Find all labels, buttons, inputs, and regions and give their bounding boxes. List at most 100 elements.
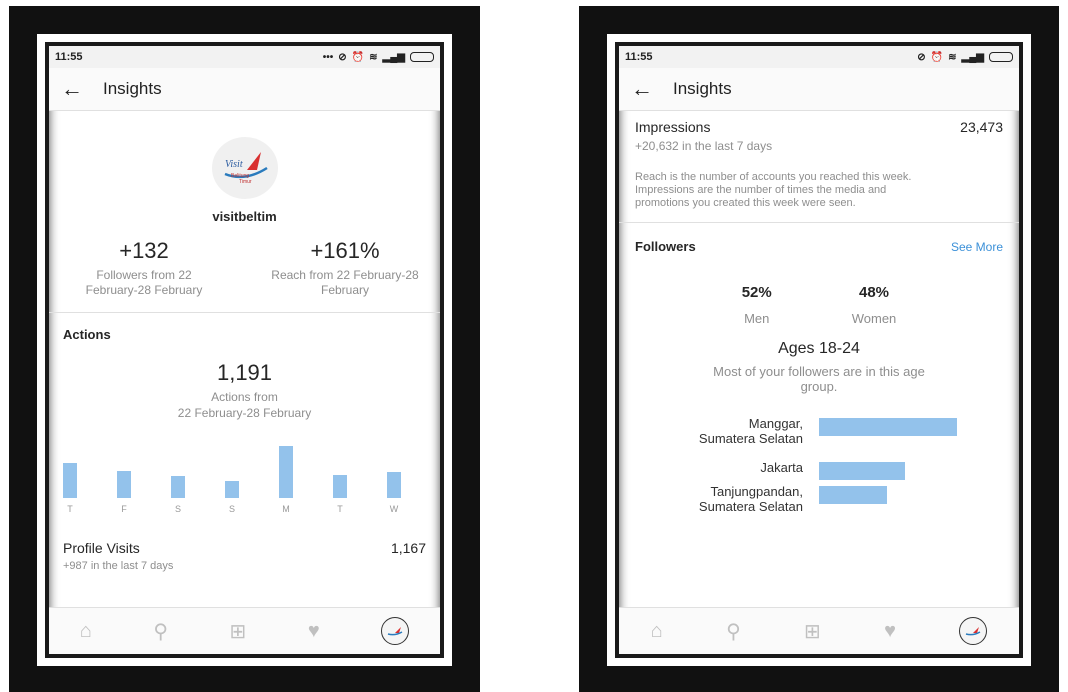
age-caption-line1: Most of your followers are in this age bbox=[713, 364, 925, 379]
battery-icon bbox=[410, 52, 434, 62]
impressions-row[interactable]: Impressions 23,473 bbox=[619, 119, 1019, 135]
battery-icon bbox=[989, 52, 1013, 62]
actions-bar-chart bbox=[49, 442, 440, 498]
more-dots-icon: ••• bbox=[322, 51, 334, 63]
followers-heading: Followers bbox=[635, 239, 696, 254]
action-bar bbox=[225, 481, 239, 498]
action-bar bbox=[387, 472, 401, 498]
reach-note: Reach is the number of accounts you reac… bbox=[619, 171, 1019, 210]
day-label: M bbox=[282, 504, 290, 514]
alarm-icon: ⏰ bbox=[930, 51, 944, 63]
bottom-nav: ⌂ ⚲ ⊞ ♥ bbox=[619, 607, 1019, 654]
profile-visits-sub: +987 in the last 7 days bbox=[63, 560, 174, 572]
back-arrow-icon[interactable]: ← bbox=[619, 76, 665, 102]
location-name: Tanjungpandan, bbox=[710, 484, 803, 499]
status-bar: 11:55 ⊘ ⏰ ≋ ▂▄▆ bbox=[619, 46, 1019, 68]
reach-stat[interactable]: +161% Reach from 22 February-28 February bbox=[270, 238, 420, 298]
age-group: Ages 18-24 bbox=[778, 340, 860, 357]
heart-icon[interactable]: ♥ bbox=[308, 620, 320, 643]
add-icon[interactable]: ⊞ bbox=[230, 619, 247, 644]
day-label: S bbox=[228, 504, 235, 514]
back-arrow-icon[interactable]: ← bbox=[49, 76, 95, 102]
followers-value: +132 bbox=[119, 238, 169, 263]
followers-stat[interactable]: +132 Followers from 22 February-28 Febru… bbox=[69, 238, 219, 298]
day-label: F bbox=[121, 504, 127, 514]
location-bar bbox=[819, 486, 887, 504]
left-phone: 11:55 ••• ⊘ ⏰ ≋ ▂▄▆ ← Insights Visit Bel… bbox=[45, 42, 444, 658]
followers-caption: Followers from 22 February-28 February bbox=[85, 268, 203, 297]
page-title: Insights bbox=[103, 79, 162, 98]
search-icon[interactable]: ⚲ bbox=[153, 619, 168, 644]
day-label: S bbox=[174, 504, 181, 514]
status-bar: 11:55 ••• ⊘ ⏰ ≋ ▂▄▆ bbox=[49, 46, 440, 68]
left-photo-frame: 11:55 ••• ⊘ ⏰ ≋ ▂▄▆ ← Insights Visit Bel… bbox=[9, 6, 480, 692]
avatar-logo-icon bbox=[387, 627, 403, 636]
impressions-sub: +20,632 in the last 7 days bbox=[635, 139, 773, 153]
divider bbox=[619, 222, 1019, 223]
action-bar bbox=[117, 471, 131, 498]
username: visitbeltim bbox=[212, 209, 277, 224]
action-bar bbox=[333, 475, 347, 498]
men-stat: 52% Men bbox=[742, 284, 772, 326]
profile-avatar[interactable] bbox=[381, 617, 410, 645]
action-bar bbox=[63, 463, 77, 498]
summary-stats: +132 Followers from 22 February-28 Febru… bbox=[49, 238, 440, 298]
day-label: W bbox=[389, 504, 399, 514]
women-stat: 48% Women bbox=[852, 284, 897, 326]
action-bar bbox=[279, 446, 293, 498]
profile-logo: Visit Belitung Timur bbox=[211, 137, 278, 199]
search-icon[interactable]: ⚲ bbox=[726, 619, 741, 644]
actions-caption-line1: Actions from bbox=[211, 390, 278, 404]
page-title: Insights bbox=[673, 79, 732, 98]
alarm-icon: ⏰ bbox=[351, 51, 365, 63]
status-time: 11:55 bbox=[55, 51, 83, 63]
gender-split: 52% Men 48% Women bbox=[619, 284, 1019, 326]
men-label: Men bbox=[744, 311, 770, 326]
profile-avatar[interactable] bbox=[959, 617, 988, 645]
avatar-logo-icon bbox=[966, 627, 981, 636]
location-name: Jakarta bbox=[760, 460, 803, 475]
visit-beltim-logo-icon: Visit Belitung Timur bbox=[224, 152, 268, 185]
status-icons: ⊘ ⏰ ≋ ▂▄▆ bbox=[917, 52, 1013, 63]
right-frame-mat: 11:55 ⊘ ⏰ ≋ ▂▄▆ ← Insights Impressions 2 bbox=[607, 34, 1031, 666]
location-region: Sumatera Selatan bbox=[698, 499, 803, 514]
note-line3: promotions you created this week were se… bbox=[635, 197, 856, 209]
left-frame-mat: 11:55 ••• ⊘ ⏰ ≋ ▂▄▆ ← Insights Visit Bel… bbox=[37, 34, 452, 666]
impressions-value: 23,473 bbox=[960, 119, 1003, 135]
right-photo-frame: 11:55 ⊘ ⏰ ≋ ▂▄▆ ← Insights Impressions 2 bbox=[579, 6, 1059, 692]
top-locations: Manggar, Sumatera Selatan Jakarta Tanjungpa… bbox=[619, 416, 1019, 536]
status-icons: ••• ⊘ ⏰ ≋ ▂▄▆ bbox=[323, 52, 434, 63]
see-more-link[interactable]: See More bbox=[951, 240, 1003, 254]
right-phone: 11:55 ⊘ ⏰ ≋ ▂▄▆ ← Insights Impressions 2 bbox=[615, 42, 1023, 658]
status-time: 11:55 bbox=[625, 51, 653, 63]
reach-value: +161% bbox=[310, 238, 380, 263]
heart-icon[interactable]: ♥ bbox=[884, 620, 896, 643]
profile-visits-value: 1,167 bbox=[390, 540, 426, 556]
actions-heading: Actions bbox=[63, 327, 111, 342]
home-icon[interactable]: ⌂ bbox=[80, 620, 92, 643]
women-percent: 48% bbox=[859, 284, 890, 301]
actions-value: 1,191 bbox=[216, 360, 273, 385]
profile-visits-row[interactable]: Profile Visits 1,167 bbox=[49, 540, 440, 556]
location-label: Jakarta bbox=[663, 460, 803, 475]
left-screen: 11:55 ••• ⊘ ⏰ ≋ ▂▄▆ ← Insights Visit Bel… bbox=[49, 46, 440, 654]
note-line2: Impressions are the number of times the … bbox=[635, 184, 887, 196]
bottom-nav: ⌂ ⚲ ⊞ ♥ bbox=[49, 607, 440, 654]
men-percent: 52% bbox=[741, 284, 772, 301]
location-label: Manggar, Sumatera Selatan bbox=[663, 416, 803, 446]
reach-caption: Reach from 22 February-28 February bbox=[271, 268, 419, 297]
mute-icon: ⊘ bbox=[917, 51, 926, 63]
wifi-icon: ≋ bbox=[369, 51, 378, 63]
location-label: Tanjungpandan, Sumatera Selatan bbox=[663, 484, 803, 514]
svg-text:Visit: Visit bbox=[225, 159, 243, 170]
right-screen: 11:55 ⊘ ⏰ ≋ ▂▄▆ ← Insights Impressions 2 bbox=[619, 46, 1019, 654]
action-bar bbox=[171, 476, 185, 498]
followers-header: Followers See More bbox=[619, 239, 1019, 254]
age-caption-line2: group. bbox=[800, 379, 838, 394]
signal-icon: ▂▄▆ bbox=[382, 51, 405, 63]
add-icon[interactable]: ⊞ bbox=[804, 619, 821, 644]
app-bar: ← Insights bbox=[619, 68, 1019, 111]
app-bar: ← Insights bbox=[49, 68, 440, 111]
location-bar bbox=[819, 418, 957, 436]
home-icon[interactable]: ⌂ bbox=[651, 620, 663, 643]
